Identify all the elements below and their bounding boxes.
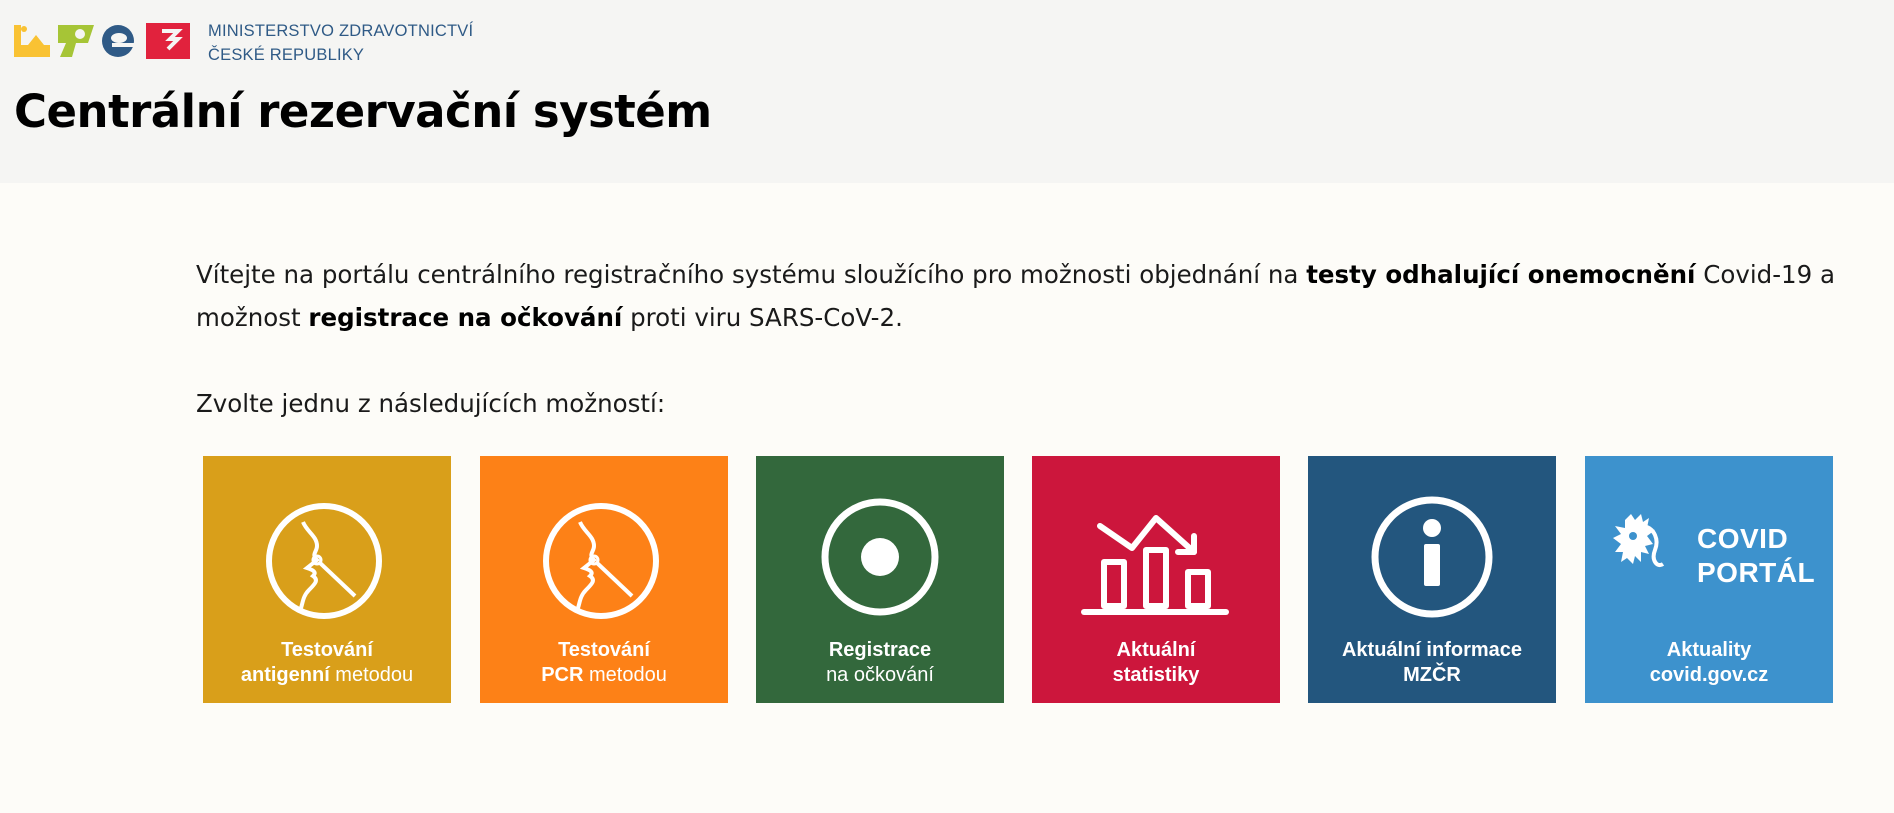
tile-label-bold: antigenní xyxy=(240,664,330,686)
tile-label-line1: Testování xyxy=(281,639,373,661)
tile-label-rest: metodou xyxy=(583,664,667,686)
tile-label-line2: na očkování xyxy=(826,664,934,686)
page-title: Centrální rezervační systém xyxy=(14,85,712,138)
tile-label: Testování PCR metodou xyxy=(480,638,728,688)
tile-label-line1: Testování xyxy=(558,639,650,661)
tile-vaccination-registration[interactable]: Registrace na očkování xyxy=(756,456,1004,703)
intro-bold-tests: testy odhalující onemocnění xyxy=(1306,260,1696,289)
ministry-name-line1: MINISTERSTVO ZDRAVOTNICTVÍ xyxy=(208,22,474,40)
tile-label: Aktuální informace MZČR xyxy=(1308,638,1556,688)
logo-yellow-mark xyxy=(14,25,50,57)
tile-label: Registrace na očkování xyxy=(756,638,1004,688)
tile-label-line1: Aktuální xyxy=(1116,639,1196,661)
choose-option-text: Zvolte jednu z následujících možností: xyxy=(196,389,666,418)
tile-label: Aktuální statistiky xyxy=(1032,638,1280,688)
ministry-logo-icon[interactable] xyxy=(14,21,190,59)
tile-label-line2: PCR metodou xyxy=(480,663,728,688)
tile-label-line1: Registrace xyxy=(828,639,932,661)
tile-label-rest: metodou xyxy=(329,664,414,686)
tile-covid-portal[interactable]: COVID PORTÁL Aktuality covid.gov.cz xyxy=(1585,456,1833,703)
logo-green-mark xyxy=(58,25,94,57)
site-header: MINISTERSTVO ZDRAVOTNICTVÍ ČESKÉ REPUBLI… xyxy=(0,0,1894,183)
tile-statistics[interactable]: Aktuální statistiky xyxy=(1032,456,1280,703)
tile-label-line1: Aktuální informace xyxy=(1341,639,1523,661)
ministry-name-line2: ČESKÉ REPUBLIKY xyxy=(208,46,365,64)
logo-red-mark xyxy=(146,23,190,59)
tile-label-line1: Aktuality xyxy=(1666,639,1752,661)
intro-text-3: proti viru SARS-CoV-2. xyxy=(622,303,903,332)
logo-blue-mark xyxy=(102,25,134,57)
tile-label: Aktuality covid.gov.cz xyxy=(1585,638,1833,688)
tile-label-bold: PCR xyxy=(541,664,584,686)
intro-bold-registration: registrace na očkování xyxy=(308,303,623,332)
covid-logo-line2: PORTÁL xyxy=(1697,557,1816,588)
tile-label-line2: antigenní metodou xyxy=(203,663,451,688)
tile-label-line2: MZČR xyxy=(1403,664,1461,686)
ministry-name[interactable]: MINISTERSTVO ZDRAVOTNICTVÍ ČESKÉ REPUBLI… xyxy=(208,19,473,67)
intro-paragraph: Vítejte na portálu centrálního registrač… xyxy=(196,253,1836,339)
tile-label-line2: statistiky xyxy=(1112,664,1200,686)
tile-antigen-test[interactable]: Testování antigenní metodou xyxy=(203,456,451,703)
tile-label: Testování antigenní metodou xyxy=(203,638,451,688)
tile-pcr-test[interactable]: Testování PCR metodou xyxy=(480,456,728,703)
intro-text-1: Vítejte na portálu centrálního registrač… xyxy=(196,260,1307,289)
covid-logo-line1: COVID xyxy=(1697,523,1789,554)
tile-ministry-information[interactable]: Aktuální informace MZČR xyxy=(1308,456,1556,703)
tile-label-line2: covid.gov.cz xyxy=(1649,664,1769,686)
